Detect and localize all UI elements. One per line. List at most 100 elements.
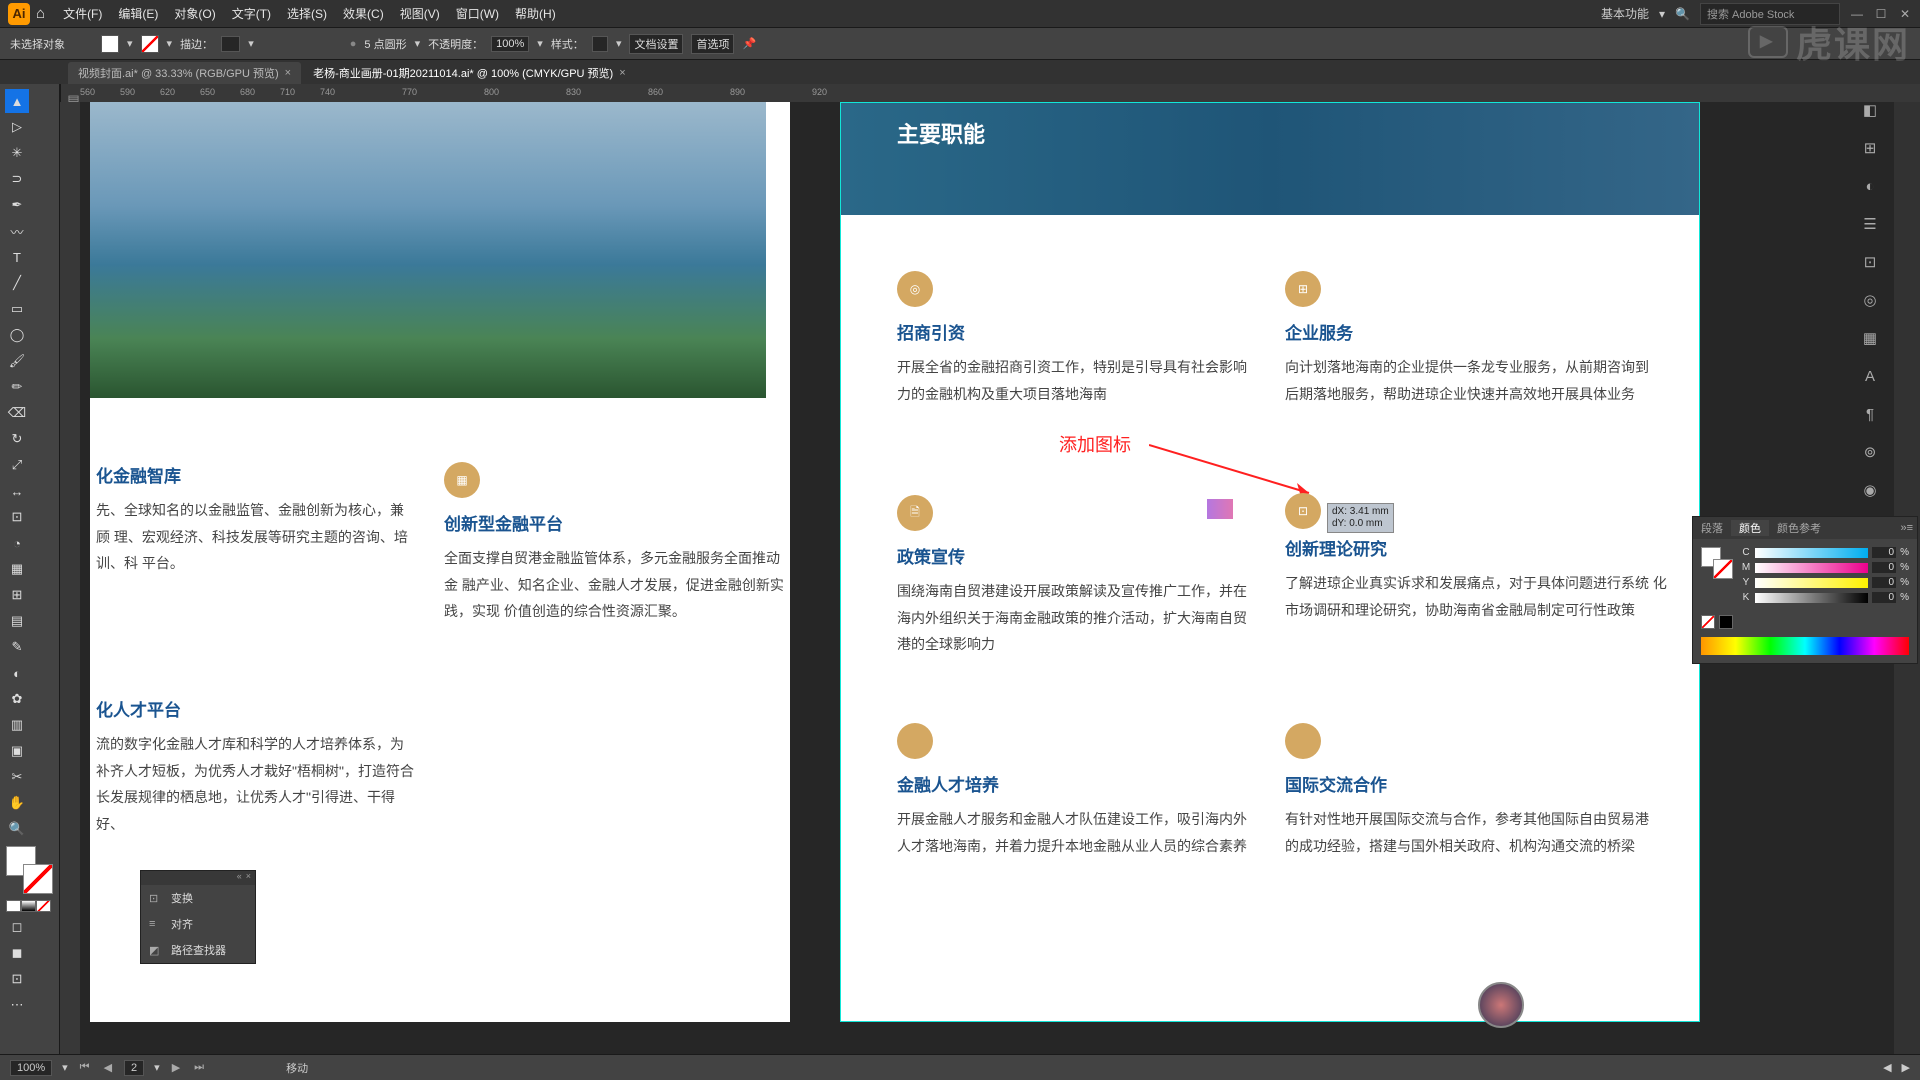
shaper-tool[interactable]: ✏ xyxy=(5,375,29,399)
chevron-down-icon[interactable]: ▾ xyxy=(167,37,173,50)
none-swatch[interactable] xyxy=(1701,615,1715,629)
line-tool[interactable]: ╱ xyxy=(5,271,29,295)
menu-help[interactable]: 帮助(H) xyxy=(515,5,556,22)
scale-tool[interactable]: ⤢ xyxy=(5,453,29,477)
tab-paragraph[interactable]: 段落 xyxy=(1693,520,1731,536)
prev-page-icon[interactable]: ◀ xyxy=(102,1061,114,1074)
collapse-icon[interactable]: « xyxy=(237,871,242,885)
chevron-down-icon[interactable]: ▾ xyxy=(154,1061,160,1074)
width-tool[interactable]: ↔ xyxy=(5,479,29,503)
chevron-down-icon[interactable]: ▾ xyxy=(616,37,622,50)
rotate-tool[interactable]: ↻ xyxy=(5,427,29,451)
value-m[interactable]: 0 xyxy=(1872,562,1896,573)
panel-btn-7[interactable]: ▦ xyxy=(1858,326,1882,350)
ruler-horizontal[interactable]: 560 590 620 650 680 710 740 770 800 830 … xyxy=(80,84,1920,102)
fill-stroke-control[interactable] xyxy=(6,846,53,894)
transform-panel[interactable]: « × ⊡变换 ≡对齐 ◩路径查找器 xyxy=(140,870,256,964)
free-transform-tool[interactable]: ⊡ xyxy=(5,505,29,529)
selection-tool[interactable]: ▲ xyxy=(5,89,29,113)
type-tool[interactable]: T xyxy=(5,245,29,269)
menu-file[interactable]: 文件(F) xyxy=(63,5,102,22)
workspace-switcher[interactable]: 基本功能 xyxy=(1601,5,1649,22)
edit-toolbar[interactable]: ⋯ xyxy=(5,993,29,1017)
pen-tool[interactable]: ✒ xyxy=(5,193,29,217)
slider-c[interactable] xyxy=(1755,548,1868,558)
panel-menu-icon[interactable]: »≡ xyxy=(1892,522,1917,534)
slice-tool[interactable]: ✂ xyxy=(5,765,29,789)
gradient-tool[interactable]: ▤ xyxy=(5,609,29,633)
chevron-down-icon[interactable]: ▾ xyxy=(537,37,543,50)
chevron-down-icon[interactable]: ▾ xyxy=(1659,7,1665,21)
panel-item-pathfinder[interactable]: ◩路径查找器 xyxy=(141,937,255,963)
panel-stroke[interactable] xyxy=(1713,559,1733,579)
slider-m[interactable] xyxy=(1755,563,1868,573)
zoom-tool[interactable]: 🔍 xyxy=(5,817,29,841)
scroll-left-icon[interactable]: ◀ xyxy=(1883,1061,1891,1074)
symbol-sprayer-tool[interactable]: ✿ xyxy=(5,687,29,711)
chevron-down-icon[interactable]: ▾ xyxy=(248,37,254,50)
color-panel[interactable]: 段落 颜色 颜色参考 »≡ C0% M0% Y0% K0% xyxy=(1692,516,1918,664)
home-icon[interactable]: ⌂ xyxy=(36,5,45,22)
color-none[interactable] xyxy=(36,900,51,912)
panel-item-align[interactable]: ≡对齐 xyxy=(141,911,255,937)
artboard-tool[interactable]: ▣ xyxy=(5,739,29,763)
style-field[interactable] xyxy=(592,36,608,52)
doc-tab-1[interactable]: 视频封面.ai* @ 33.33% (RGB/GPU 预览) × xyxy=(68,62,301,84)
panel-btn-8[interactable]: A xyxy=(1858,364,1882,388)
chevron-down-icon[interactable]: ▾ xyxy=(127,37,133,50)
menu-type[interactable]: 文字(T) xyxy=(232,5,271,22)
stroke-color[interactable] xyxy=(23,864,53,894)
eraser-tool[interactable]: ⌫ xyxy=(5,401,29,425)
scroll-right-icon[interactable]: ▶ xyxy=(1902,1061,1910,1074)
brush-style[interactable]: 5 点圆形 xyxy=(364,36,406,52)
page-field[interactable]: 2 xyxy=(124,1060,144,1076)
menu-select[interactable]: 选择(S) xyxy=(287,5,327,22)
shapebuilder-tool[interactable]: ◔ xyxy=(5,531,29,555)
prefs-button[interactable]: 首选项 xyxy=(691,34,734,54)
panel-btn-9[interactable]: ¶ xyxy=(1858,402,1882,426)
color-gradient[interactable] xyxy=(21,900,36,912)
panel-btn-6[interactable]: ◎ xyxy=(1858,288,1882,312)
graph-tool[interactable]: ▥ xyxy=(5,713,29,737)
first-page-icon[interactable]: ⏮ xyxy=(78,1061,92,1074)
panel-fillstroke[interactable] xyxy=(1701,547,1733,579)
tab-color[interactable]: 颜色 xyxy=(1731,520,1769,536)
slider-y[interactable] xyxy=(1755,578,1868,588)
canvas[interactable]: 化金融智库 先、全球知名的以金融监管、金融创新为核心，兼顾 理、宏观经济、科技发… xyxy=(80,102,1894,1054)
panel-item-transform[interactable]: ⊡变换 xyxy=(141,885,255,911)
stroke-swatch[interactable] xyxy=(141,35,159,53)
close-icon[interactable]: × xyxy=(285,67,291,79)
zoom-field[interactable]: 100% xyxy=(10,1060,52,1076)
panel-btn-11[interactable]: ◉ xyxy=(1858,478,1882,502)
fill-swatch[interactable] xyxy=(101,35,119,53)
panel-btn-10[interactable]: ⊚ xyxy=(1858,440,1882,464)
color-normal[interactable] xyxy=(6,900,21,912)
panel-btn-5[interactable]: ⊡ xyxy=(1858,250,1882,274)
tab-colorguide[interactable]: 颜色参考 xyxy=(1769,520,1829,536)
panel-btn-2[interactable]: ⊞ xyxy=(1858,136,1882,160)
screen-mode[interactable]: ⊡ xyxy=(5,967,29,991)
rectangle-tool[interactable]: ▭ xyxy=(5,297,29,321)
slider-k[interactable] xyxy=(1755,593,1868,603)
eyedropper-tool[interactable]: ✎ xyxy=(5,635,29,659)
value-c[interactable]: 0 xyxy=(1872,547,1896,558)
close-icon[interactable]: × xyxy=(619,67,625,79)
mesh-tool[interactable]: ⊞ xyxy=(5,583,29,607)
curvature-tool[interactable]: 〰 xyxy=(5,219,29,243)
black-swatch[interactable] xyxy=(1719,615,1733,629)
pin-icon[interactable]: 📌 xyxy=(742,37,756,50)
ruler-vertical[interactable] xyxy=(60,102,80,1054)
value-k[interactable]: 0 xyxy=(1872,592,1896,603)
draw-behind[interactable]: ◼ xyxy=(5,941,29,965)
last-page-icon[interactable]: ⏭ xyxy=(192,1061,206,1074)
close-icon[interactable]: × xyxy=(246,871,251,885)
stroke-weight-field[interactable] xyxy=(221,36,240,52)
menu-object[interactable]: 对象(O) xyxy=(174,5,215,22)
dragging-object[interactable] xyxy=(1207,499,1233,519)
perspective-tool[interactable]: ▦ xyxy=(5,557,29,581)
ellipse-tool[interactable]: ◯ xyxy=(5,323,29,347)
doc-tab-2[interactable]: 老杨-商业画册-01期20211014.ai* @ 100% (CMYK/GPU… xyxy=(303,62,636,84)
panel-btn-1[interactable]: ◧ xyxy=(1858,98,1882,122)
magic-wand-tool[interactable]: ✳ xyxy=(5,141,29,165)
draw-normal[interactable]: ◻ xyxy=(5,915,29,939)
